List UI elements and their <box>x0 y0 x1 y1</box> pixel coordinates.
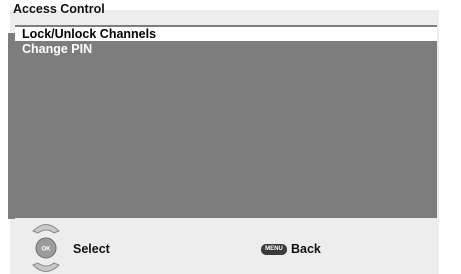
menu-item-change-pin[interactable]: Change PIN <box>15 42 437 56</box>
back-hint: Back <box>291 242 321 256</box>
menu-item-lock-unlock-channels[interactable]: Lock/Unlock Channels <box>15 27 437 41</box>
ok-icon-text: OK <box>42 247 52 253</box>
page-title: Access Control <box>13 2 105 16</box>
panel-edge <box>8 33 15 219</box>
menu-panel: Lock/Unlock Channels Change PIN <box>15 25 437 218</box>
navigation-pad-icon: OK <box>32 224 60 272</box>
menu-button-icon: MENU <box>261 244 287 255</box>
select-hint: Select <box>73 242 110 256</box>
